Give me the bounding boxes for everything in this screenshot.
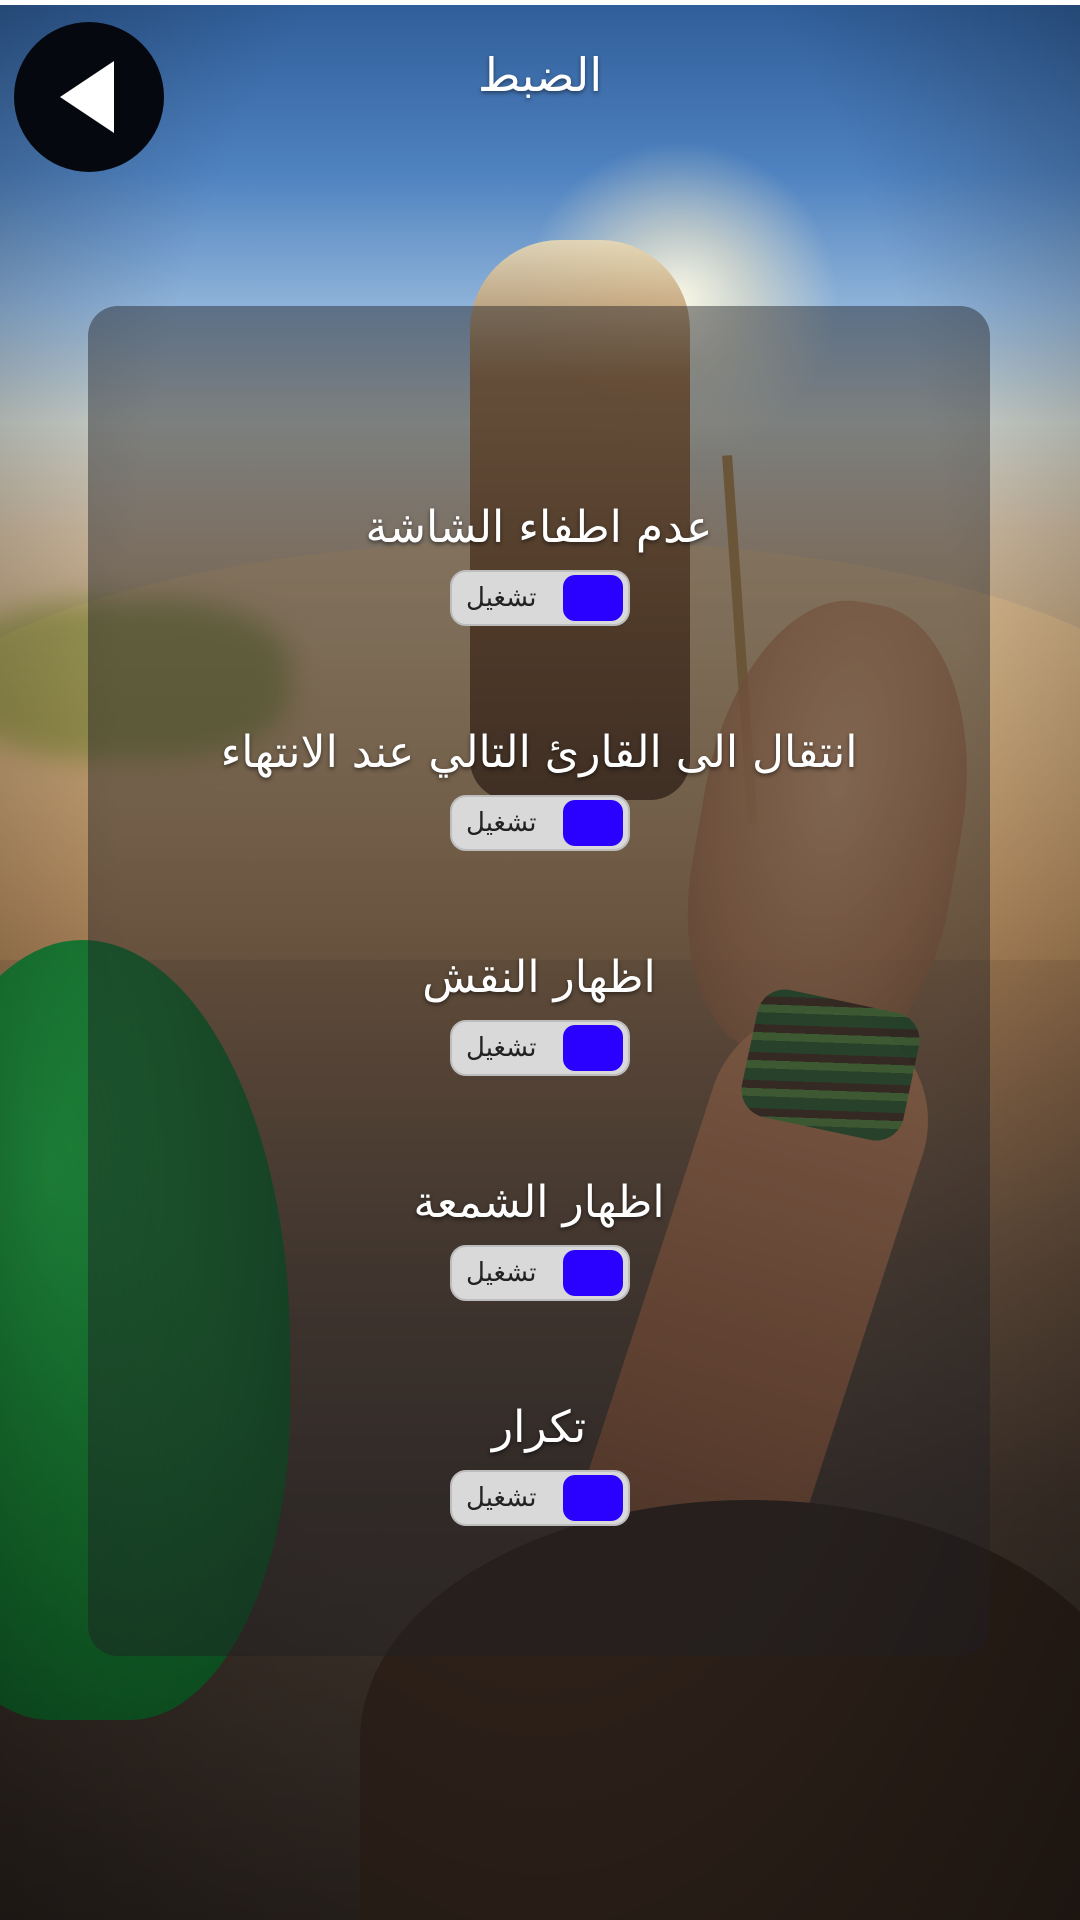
toggle-knob (563, 1250, 623, 1296)
setting-label: انتقال الى القارئ التالي عند الانتهاء (220, 727, 858, 778)
setting-next-reciter: انتقال الى القارئ التالي عند الانتهاء تش… (88, 723, 990, 923)
toggle-text: تشغيل (466, 1483, 537, 1513)
setting-repeat: تكرار تشغيل (88, 1398, 990, 1598)
top-status-strip (0, 0, 1080, 5)
toggle-keep-screen-on[interactable]: تشغيل (450, 570, 630, 626)
toggle-knob (563, 800, 623, 846)
settings-panel: عدم اطفاء الشاشة تشغيل انتقال الى القارئ… (88, 306, 990, 1656)
toggle-text: تشغيل (466, 808, 537, 838)
toggle-knob (563, 575, 623, 621)
toggle-next-reciter[interactable]: تشغيل (450, 795, 630, 851)
toggle-knob (563, 1475, 623, 1521)
toggle-show-candle[interactable]: تشغيل (450, 1245, 630, 1301)
toggle-repeat[interactable]: تشغيل (450, 1470, 630, 1526)
setting-label: عدم اطفاء الشاشة (365, 502, 713, 553)
toggle-text: تشغيل (466, 583, 537, 613)
setting-label: اظهار الشمعة (413, 1177, 665, 1228)
setting-keep-screen-on: عدم اطفاء الشاشة تشغيل (88, 498, 990, 698)
toggle-text: تشغيل (466, 1033, 537, 1063)
page-title: الضبط (477, 48, 603, 102)
setting-label: تكرار (491, 1402, 587, 1453)
setting-label: اظهار النقش (422, 952, 656, 1003)
toggle-show-engraving[interactable]: تشغيل (450, 1020, 630, 1076)
setting-show-candle: اظهار الشمعة تشغيل (88, 1173, 990, 1373)
toggle-knob (563, 1025, 623, 1071)
setting-show-engraving: اظهار النقش تشغيل (88, 948, 990, 1148)
toggle-text: تشغيل (466, 1258, 537, 1288)
